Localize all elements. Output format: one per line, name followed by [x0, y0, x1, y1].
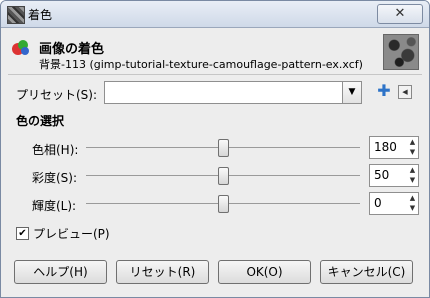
image-thumbnail — [383, 34, 419, 70]
dialog-header: 画像の着色 背景-113 (gimp-tutorial-texture-camo… — [2, 28, 428, 74]
lightness-slider-handle[interactable] — [218, 195, 229, 213]
ok-button[interactable]: OK(O) — [218, 260, 311, 284]
saturation-value: 50 — [374, 168, 390, 182]
hue-slider-handle[interactable] — [218, 139, 229, 157]
colorize-dialog: 着色 ✕ 画像の着色 背景-113 (gimp-tutorial-texture… — [0, 0, 430, 298]
section-title: 色の選択 — [16, 114, 65, 128]
preset-combobox[interactable]: ▼ — [104, 81, 362, 104]
help-button[interactable]: ヘルプ(H) — [14, 260, 107, 284]
preview-label: プレビュー(P) — [33, 227, 110, 241]
saturation-label: 彩度(S): — [32, 171, 78, 185]
header-divider — [8, 74, 422, 75]
saturation-spinbutton[interactable]: 50 ▲ ▼ — [369, 164, 419, 187]
hue-value: 180 — [374, 140, 397, 154]
lightness-spinbutton[interactable]: 0 ▲ ▼ — [369, 192, 419, 215]
spin-down-icon[interactable]: ▼ — [407, 175, 418, 185]
title-bar: 着色 ✕ — [1, 1, 429, 28]
lightness-label: 輝度(L): — [32, 199, 77, 213]
dialog-content: 画像の着色 背景-113 (gimp-tutorial-texture-camo… — [2, 28, 428, 297]
spin-down-icon[interactable]: ▼ — [407, 147, 418, 157]
plus-icon[interactable]: ✚ — [376, 81, 392, 101]
preset-label: プリセット(S): — [16, 88, 98, 102]
colorize-tool-icon — [12, 40, 29, 55]
menu-arrow-icon[interactable]: ◀ — [398, 85, 412, 99]
spin-up-icon[interactable]: ▲ — [407, 193, 418, 203]
spin-up-icon[interactable]: ▲ — [407, 165, 418, 175]
app-icon — [7, 6, 25, 24]
saturation-slider-handle[interactable] — [218, 167, 229, 185]
preview-checkbox[interactable]: ✔ — [16, 227, 29, 240]
chevron-down-icon[interactable]: ▼ — [342, 82, 361, 103]
spin-down-icon[interactable]: ▼ — [407, 203, 418, 213]
spin-up-icon[interactable]: ▲ — [407, 137, 418, 147]
lightness-value: 0 — [374, 196, 382, 210]
close-button[interactable]: ✕ — [377, 4, 423, 24]
window-title: 着色 — [28, 8, 53, 22]
image-name: 背景-113 (gimp-tutorial-texture-camouflage… — [39, 58, 363, 71]
dialog-heading: 画像の着色 — [39, 42, 105, 57]
cancel-button[interactable]: キャンセル(C) — [320, 260, 413, 284]
reset-button[interactable]: リセット(R) — [116, 260, 209, 284]
hue-label: 色相(H): — [32, 143, 79, 157]
hue-spinbutton[interactable]: 180 ▲ ▼ — [369, 136, 419, 159]
